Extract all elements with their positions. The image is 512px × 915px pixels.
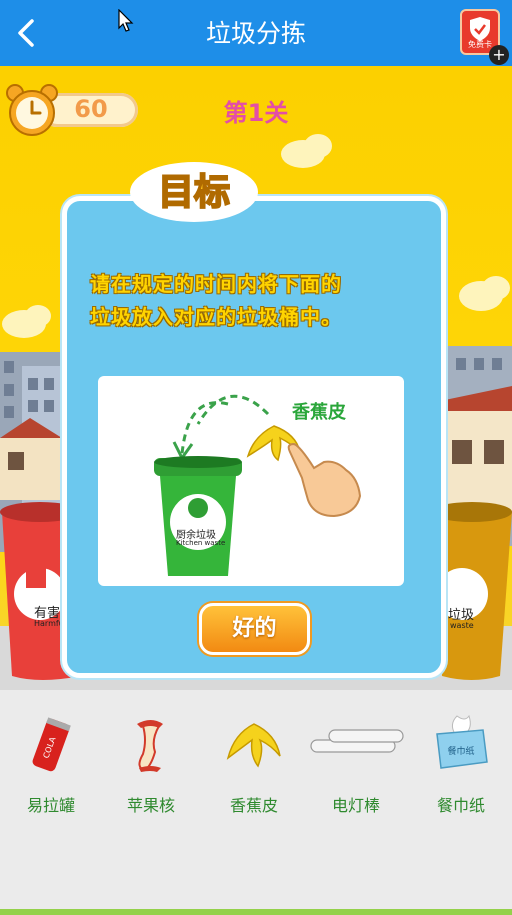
item-label: 香蕉皮 bbox=[229, 796, 278, 815]
soda-can-icon: COLA bbox=[32, 717, 71, 772]
top-bar: 垃圾分拣 免费卡 + bbox=[0, 0, 512, 66]
dialog-title-banner: 目标 bbox=[130, 162, 258, 222]
plus-badge[interactable]: + bbox=[489, 45, 509, 65]
item-tray: COLA 易拉罐 苹果核 香蕉皮 电灯棒 餐巾纸 餐巾纸 bbox=[0, 690, 512, 915]
item-banana-peel[interactable]: 香蕉皮 bbox=[203, 710, 305, 815]
item-tissue-box[interactable]: 餐巾纸 餐巾纸 bbox=[410, 710, 512, 815]
example-illustration: 香蕉皮 厨余垃圾 Kitchen waste bbox=[98, 376, 404, 586]
level-indicator: 第1关 bbox=[223, 99, 289, 127]
tray-bottom-border bbox=[0, 909, 512, 915]
ok-button[interactable]: 好的 bbox=[199, 603, 310, 655]
dialog-title: 目标 bbox=[158, 172, 230, 213]
item-apple-core[interactable]: 苹果核 bbox=[100, 710, 202, 815]
fluorescent-tube-icon bbox=[310, 729, 404, 753]
item-label: 电灯棒 bbox=[331, 796, 380, 815]
mouse-cursor-icon bbox=[118, 9, 134, 32]
item-fluorescent-tube[interactable]: 电灯棒 bbox=[305, 710, 407, 815]
tissue-box-icon: 餐巾纸 bbox=[436, 714, 488, 769]
apple-core-icon bbox=[137, 720, 163, 772]
item-label: 苹果核 bbox=[126, 796, 175, 815]
game-scene: 有害 Harmful 垃圾 waste 60 第1关 目标 请在规定的时间内将下… bbox=[0, 66, 512, 690]
kitchen-waste-bin-icon bbox=[154, 456, 242, 576]
item-label: 易拉罐 bbox=[26, 796, 75, 815]
page-title: 垃圾分拣 bbox=[205, 19, 306, 48]
other-bin-label-en: waste bbox=[450, 621, 474, 630]
item-soda-can[interactable]: COLA 易拉罐 bbox=[0, 710, 102, 815]
instruction-line-2: 垃圾放入对应的垃圾桶中。 bbox=[90, 305, 342, 329]
pointing-hand-icon bbox=[287, 442, 362, 518]
item-label: 餐巾纸 bbox=[436, 796, 485, 815]
kitchen-bin-label-en: Kitchen waste bbox=[176, 539, 226, 547]
instruction-line-1: 请在规定的时间内将下面的 bbox=[90, 272, 342, 296]
tissue-box-text: 餐巾纸 bbox=[447, 745, 474, 757]
dialog-instruction: 请在规定的时间内将下面的 垃圾放入对应的垃圾桶中。 bbox=[90, 268, 430, 334]
banana-peel-icon bbox=[226, 723, 281, 768]
